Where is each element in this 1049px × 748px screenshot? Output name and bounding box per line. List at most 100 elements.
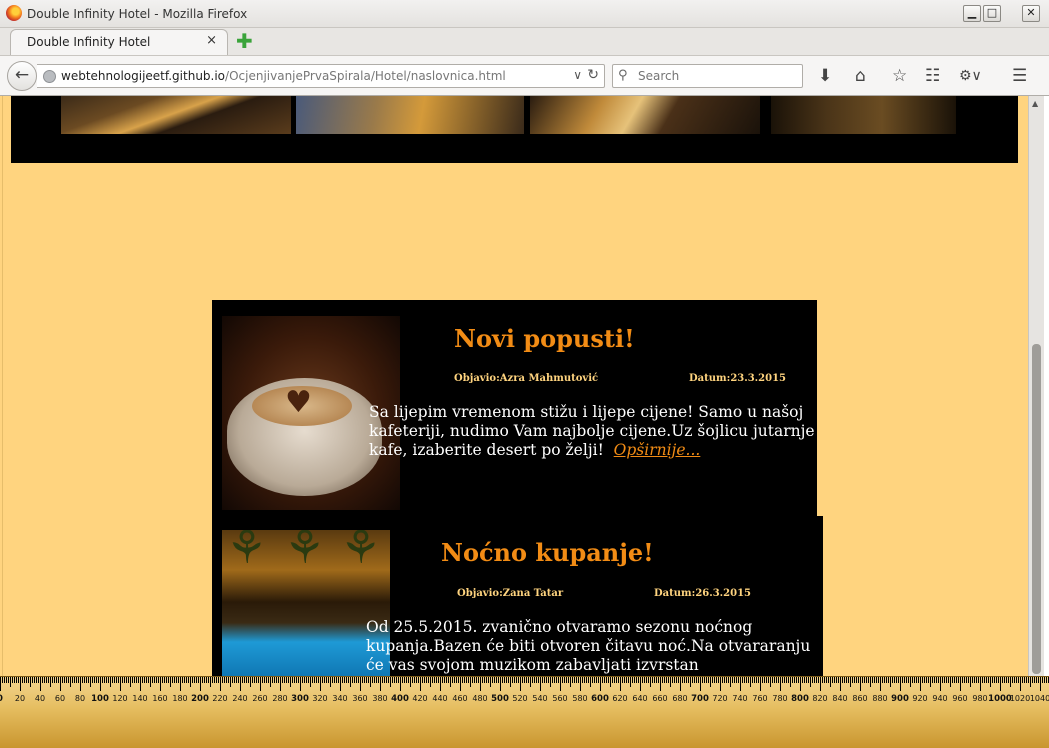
- ruler-label: 360: [352, 694, 368, 703]
- minimize-button[interactable]: ▁: [963, 5, 981, 22]
- ruler-tick: [888, 677, 889, 683]
- ruler-tick: [660, 677, 661, 691]
- ruler-tick: [894, 677, 895, 683]
- bookmark-star-icon[interactable]: ☆: [892, 66, 907, 86]
- vertical-scrollbar[interactable]: ▲: [1028, 96, 1044, 676]
- search-bar[interactable]: ⚲: [612, 64, 803, 88]
- ruler-tick: [908, 677, 909, 683]
- url-text[interactable]: webtehnologijeetf.github.io/Ocjenjivanje…: [61, 69, 506, 83]
- ruler-tick: [686, 677, 687, 683]
- ruler-tick: [444, 677, 445, 683]
- ruler-tick: [188, 677, 189, 683]
- ruler-tick: [570, 677, 571, 687]
- ruler-tick: [706, 677, 707, 683]
- ruler-tick: [164, 677, 165, 683]
- ruler-tick: [990, 677, 991, 687]
- ruler-tick: [526, 677, 527, 683]
- ruler-label: 60: [54, 694, 66, 703]
- menu-icon[interactable]: ☰: [1012, 66, 1027, 86]
- ruler-tick: [148, 677, 149, 683]
- ruler-tick: [434, 677, 435, 683]
- ruler-tick: [952, 677, 953, 683]
- ruler-tick: [606, 677, 607, 683]
- tab-strip: Double Infinity Hotel × ✚: [0, 28, 1049, 55]
- maximize-button[interactable]: □: [983, 5, 1001, 22]
- search-icon: ⚲: [618, 68, 628, 83]
- ruler-tick: [158, 677, 159, 683]
- news-text: Sa lijepim vremenom stižu i lijepe cijen…: [369, 403, 815, 459]
- ruler-tick: [630, 677, 631, 687]
- url-bar[interactable]: webtehnologijeetf.github.io/Ocjenjivanje…: [37, 64, 605, 88]
- ruler-tick: [24, 677, 25, 683]
- ruler-tick: [900, 677, 901, 691]
- ruler-tick: [208, 677, 209, 683]
- ruler-tick: [610, 677, 611, 687]
- gallery-image[interactable]: [61, 96, 291, 134]
- ruler-tick: [754, 677, 755, 683]
- reader-list-icon[interactable]: ☷: [925, 66, 940, 86]
- ruler-tick: [276, 677, 277, 683]
- ruler-tick: [636, 677, 637, 683]
- photo-gallery: [11, 96, 1018, 163]
- ruler-tick: [366, 677, 367, 683]
- addon-icon[interactable]: ⚙∨: [959, 66, 982, 86]
- ruler-tick: [1038, 677, 1039, 683]
- ruler-tick: [194, 677, 195, 683]
- ruler-tick: [786, 677, 787, 683]
- gallery-image[interactable]: [771, 96, 956, 134]
- ruler-tick: [704, 677, 705, 683]
- tab-close-icon[interactable]: ×: [206, 33, 217, 48]
- news-author: Objavio:Zana Tatar: [457, 588, 564, 599]
- heart-icon: ♥: [285, 385, 312, 420]
- ruler-tick: [716, 677, 717, 683]
- ruler-tick: [518, 677, 519, 683]
- ruler-tick: [884, 677, 885, 683]
- close-window-button[interactable]: ✕: [1022, 5, 1040, 22]
- ruler-tick: [198, 677, 199, 683]
- back-button[interactable]: ←: [7, 61, 37, 91]
- new-tab-plus-icon[interactable]: ✚: [236, 31, 253, 51]
- url-dropdown-icon[interactable]: ∨: [573, 68, 582, 82]
- ruler-tick: [906, 677, 907, 683]
- ruler-tick: [682, 677, 683, 683]
- read-more-link[interactable]: Opširnije...: [614, 441, 701, 459]
- ruler-tick: [90, 677, 91, 687]
- ruler-tick: [608, 677, 609, 683]
- ruler-tick: [886, 677, 887, 683]
- ruler-tick: [550, 677, 551, 687]
- ruler-tick: [44, 677, 45, 683]
- ruler-tick: [402, 677, 403, 683]
- ruler-tick: [460, 677, 461, 691]
- ruler-tick: [278, 677, 279, 683]
- ruler-tick: [928, 677, 929, 683]
- ruler-tick: [590, 677, 591, 687]
- home-icon[interactable]: ⌂: [855, 66, 866, 86]
- gallery-image[interactable]: [530, 96, 760, 134]
- ruler-label: 160: [152, 694, 168, 703]
- news-body: Od 25.5.2015. zvanično otvaramo sezonu n…: [366, 618, 811, 674]
- search-input[interactable]: [636, 68, 800, 84]
- ruler-tick: [456, 677, 457, 683]
- reload-icon[interactable]: ↻: [587, 67, 599, 83]
- gallery-image[interactable]: [296, 96, 524, 134]
- ruler-tick: [592, 677, 593, 683]
- scroll-up-arrow-icon[interactable]: ▲: [1032, 99, 1038, 108]
- scrollbar-thumb[interactable]: [1032, 344, 1041, 674]
- news-title: Novi popusti!: [454, 324, 635, 353]
- ruler-tick: [780, 677, 781, 691]
- tab-double-infinity-hotel[interactable]: Double Infinity Hotel ×: [10, 29, 228, 55]
- ruler-label: 260: [252, 694, 268, 703]
- ruler-tick: [954, 677, 955, 683]
- ruler-tick: [910, 677, 911, 687]
- ruler-tick: [384, 677, 385, 683]
- ruler-tick: [320, 677, 321, 691]
- ruler-tick: [1018, 677, 1019, 683]
- page-edge: [2, 96, 3, 676]
- ruler-tick: [266, 677, 267, 683]
- ruler-tick: [996, 677, 997, 683]
- download-icon[interactable]: ⬇: [818, 66, 832, 86]
- ruler-tick: [508, 677, 509, 683]
- ruler-label: 300: [291, 694, 309, 704]
- ruler-tick: [540, 677, 541, 691]
- ruler-tick: [300, 677, 301, 691]
